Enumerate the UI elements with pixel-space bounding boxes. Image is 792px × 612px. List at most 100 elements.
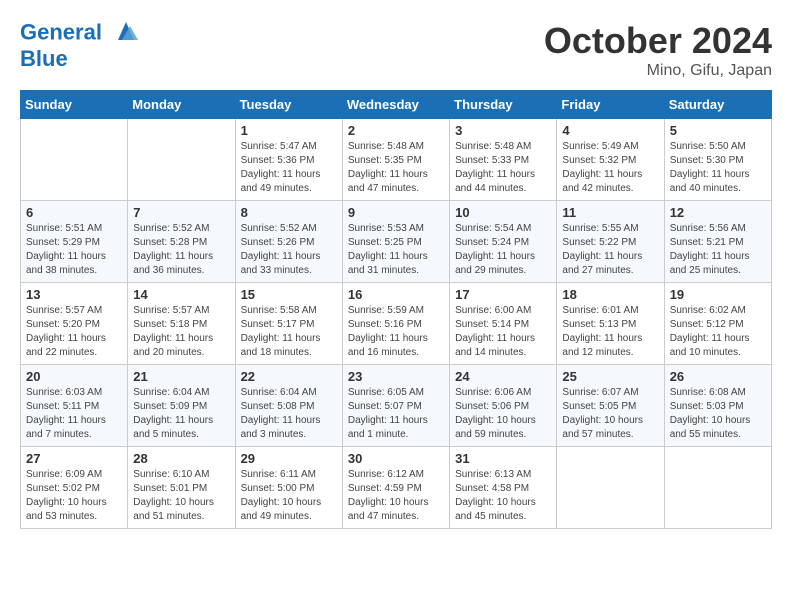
day-number: 22 [241,369,337,384]
logo-icon [112,20,140,42]
day-number: 24 [455,369,551,384]
day-info: Sunrise: 5:52 AMSunset: 5:28 PMDaylight:… [133,222,229,278]
day-cell: 21 Sunrise: 6:04 AMSunset: 5:09 PMDaylig… [128,365,235,447]
day-number: 17 [455,287,551,302]
day-cell: 14 Sunrise: 5:57 AMSunset: 5:18 PMDaylig… [128,283,235,365]
day-info: Sunrise: 6:03 AMSunset: 5:11 PMDaylight:… [26,386,122,442]
day-info: Sunrise: 6:05 AMSunset: 5:07 PMDaylight:… [348,386,444,442]
week-row-2: 6 Sunrise: 5:51 AMSunset: 5:29 PMDayligh… [21,201,772,283]
month-title: October 2024 [544,20,772,62]
day-info: Sunrise: 6:00 AMSunset: 5:14 PMDaylight:… [455,304,551,360]
day-number: 7 [133,205,229,220]
day-number: 5 [670,123,766,138]
day-number: 13 [26,287,122,302]
col-sunday: Sunday [21,91,128,119]
day-number: 8 [241,205,337,220]
day-cell: 30 Sunrise: 6:12 AMSunset: 4:59 PMDaylig… [342,447,449,529]
col-thursday: Thursday [450,91,557,119]
logo: General Blue [20,20,140,71]
day-cell: 31 Sunrise: 6:13 AMSunset: 4:58 PMDaylig… [450,447,557,529]
day-info: Sunrise: 5:50 AMSunset: 5:30 PMDaylight:… [670,140,766,196]
day-info: Sunrise: 6:01 AMSunset: 5:13 PMDaylight:… [562,304,658,360]
day-info: Sunrise: 5:55 AMSunset: 5:22 PMDaylight:… [562,222,658,278]
title-block: October 2024 Mino, Gifu, Japan [544,20,772,80]
day-number: 4 [562,123,658,138]
week-row-5: 27 Sunrise: 6:09 AMSunset: 5:02 PMDaylig… [21,447,772,529]
col-tuesday: Tuesday [235,91,342,119]
week-row-1: 1 Sunrise: 5:47 AMSunset: 5:36 PMDayligh… [21,119,772,201]
header-row: Sunday Monday Tuesday Wednesday Thursday… [21,91,772,119]
day-number: 20 [26,369,122,384]
day-number: 25 [562,369,658,384]
day-info: Sunrise: 5:51 AMSunset: 5:29 PMDaylight:… [26,222,122,278]
day-info: Sunrise: 6:04 AMSunset: 5:08 PMDaylight:… [241,386,337,442]
col-monday: Monday [128,91,235,119]
day-cell: 13 Sunrise: 5:57 AMSunset: 5:20 PMDaylig… [21,283,128,365]
day-info: Sunrise: 6:08 AMSunset: 5:03 PMDaylight:… [670,386,766,442]
day-info: Sunrise: 5:56 AMSunset: 5:21 PMDaylight:… [670,222,766,278]
day-info: Sunrise: 5:57 AMSunset: 5:20 PMDaylight:… [26,304,122,360]
day-cell: 4 Sunrise: 5:49 AMSunset: 5:32 PMDayligh… [557,119,664,201]
day-cell: 8 Sunrise: 5:52 AMSunset: 5:26 PMDayligh… [235,201,342,283]
day-info: Sunrise: 5:48 AMSunset: 5:35 PMDaylight:… [348,140,444,196]
day-cell: 3 Sunrise: 5:48 AMSunset: 5:33 PMDayligh… [450,119,557,201]
day-info: Sunrise: 5:47 AMSunset: 5:36 PMDaylight:… [241,140,337,196]
day-info: Sunrise: 6:10 AMSunset: 5:01 PMDaylight:… [133,468,229,524]
day-cell: 25 Sunrise: 6:07 AMSunset: 5:05 PMDaylig… [557,365,664,447]
day-info: Sunrise: 5:59 AMSunset: 5:16 PMDaylight:… [348,304,444,360]
day-cell: 29 Sunrise: 6:11 AMSunset: 5:00 PMDaylig… [235,447,342,529]
day-number: 21 [133,369,229,384]
day-cell: 28 Sunrise: 6:10 AMSunset: 5:01 PMDaylig… [128,447,235,529]
day-info: Sunrise: 6:12 AMSunset: 4:59 PMDaylight:… [348,468,444,524]
day-cell [128,119,235,201]
week-row-4: 20 Sunrise: 6:03 AMSunset: 5:11 PMDaylig… [21,365,772,447]
col-saturday: Saturday [664,91,771,119]
day-cell: 9 Sunrise: 5:53 AMSunset: 5:25 PMDayligh… [342,201,449,283]
day-info: Sunrise: 5:49 AMSunset: 5:32 PMDaylight:… [562,140,658,196]
day-cell: 19 Sunrise: 6:02 AMSunset: 5:12 PMDaylig… [664,283,771,365]
day-number: 29 [241,451,337,466]
day-number: 16 [348,287,444,302]
day-number: 10 [455,205,551,220]
day-cell: 1 Sunrise: 5:47 AMSunset: 5:36 PMDayligh… [235,119,342,201]
day-number: 26 [670,369,766,384]
day-cell [21,119,128,201]
logo-text-general: General [20,19,102,44]
page-header: General Blue October 2024 Mino, Gifu, Ja… [20,20,772,80]
day-cell: 15 Sunrise: 5:58 AMSunset: 5:17 PMDaylig… [235,283,342,365]
day-info: Sunrise: 5:54 AMSunset: 5:24 PMDaylight:… [455,222,551,278]
col-friday: Friday [557,91,664,119]
day-number: 6 [26,205,122,220]
day-number: 12 [670,205,766,220]
day-info: Sunrise: 5:48 AMSunset: 5:33 PMDaylight:… [455,140,551,196]
day-cell: 2 Sunrise: 5:48 AMSunset: 5:35 PMDayligh… [342,119,449,201]
day-cell: 6 Sunrise: 5:51 AMSunset: 5:29 PMDayligh… [21,201,128,283]
day-number: 18 [562,287,658,302]
day-number: 23 [348,369,444,384]
logo-text-blue: Blue [20,47,140,71]
day-number: 1 [241,123,337,138]
day-number: 27 [26,451,122,466]
day-number: 9 [348,205,444,220]
day-cell: 10 Sunrise: 5:54 AMSunset: 5:24 PMDaylig… [450,201,557,283]
day-info: Sunrise: 6:04 AMSunset: 5:09 PMDaylight:… [133,386,229,442]
day-cell: 12 Sunrise: 5:56 AMSunset: 5:21 PMDaylig… [664,201,771,283]
location: Mino, Gifu, Japan [544,62,772,80]
day-number: 31 [455,451,551,466]
day-cell: 22 Sunrise: 6:04 AMSunset: 5:08 PMDaylig… [235,365,342,447]
day-info: Sunrise: 6:02 AMSunset: 5:12 PMDaylight:… [670,304,766,360]
day-cell: 20 Sunrise: 6:03 AMSunset: 5:11 PMDaylig… [21,365,128,447]
day-info: Sunrise: 6:09 AMSunset: 5:02 PMDaylight:… [26,468,122,524]
day-number: 30 [348,451,444,466]
day-info: Sunrise: 6:07 AMSunset: 5:05 PMDaylight:… [562,386,658,442]
day-info: Sunrise: 5:57 AMSunset: 5:18 PMDaylight:… [133,304,229,360]
day-cell: 17 Sunrise: 6:00 AMSunset: 5:14 PMDaylig… [450,283,557,365]
day-number: 2 [348,123,444,138]
day-cell [557,447,664,529]
day-number: 15 [241,287,337,302]
day-info: Sunrise: 6:06 AMSunset: 5:06 PMDaylight:… [455,386,551,442]
day-cell [664,447,771,529]
day-number: 14 [133,287,229,302]
calendar-table: Sunday Monday Tuesday Wednesday Thursday… [20,90,772,529]
day-cell: 24 Sunrise: 6:06 AMSunset: 5:06 PMDaylig… [450,365,557,447]
